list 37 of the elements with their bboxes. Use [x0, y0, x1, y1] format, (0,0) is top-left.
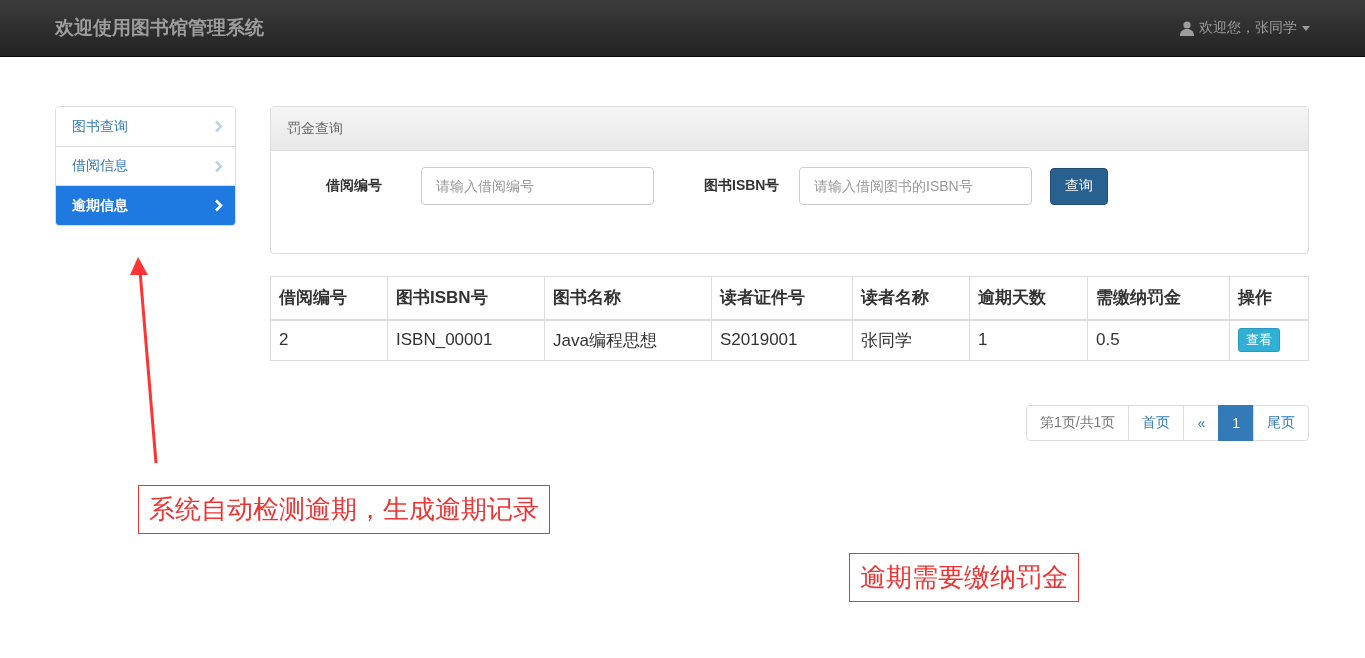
column-header: 借阅编号: [270, 276, 388, 320]
table-cell: 1: [969, 319, 1088, 361]
column-header: 图书名称: [544, 276, 712, 320]
table-cell: Java编程思想: [544, 319, 712, 361]
chevron-right-icon: [214, 159, 223, 173]
table-cell: 2: [270, 319, 388, 361]
user-menu[interactable]: 欢迎您，张同学: [1180, 19, 1310, 37]
column-header: 读者证件号: [711, 276, 853, 320]
annotation-text: 逾期需要缴纳罚金: [849, 553, 1079, 602]
chevron-right-icon: [214, 120, 223, 133]
table-cell: S2019001: [711, 319, 853, 361]
sidebar-item[interactable]: 逾期信息: [56, 185, 235, 225]
search-button[interactable]: 查询: [1050, 167, 1108, 205]
column-header: 读者名称: [852, 276, 970, 320]
app-title: 欢迎使用图书馆管理系统: [55, 16, 264, 40]
page-info: 第1页/共1页: [1025, 405, 1130, 441]
user-icon: [1180, 20, 1194, 36]
table-cell: 0.5: [1087, 319, 1230, 361]
column-header: 逾期天数: [969, 276, 1088, 320]
previous-page-link[interactable]: «: [1183, 405, 1220, 441]
chevron-right-icon: [214, 199, 223, 212]
column-header: 需缴纳罚金: [1087, 276, 1230, 320]
view-button[interactable]: 查看: [1238, 328, 1280, 353]
caret-icon: [1302, 25, 1310, 31]
column-header: 操作: [1229, 276, 1309, 320]
table-cell: ISBN_00001: [387, 319, 545, 361]
panel-title: 罚金查询: [271, 107, 1308, 151]
field-label: 图书ISBN号: [704, 177, 781, 195]
page-link[interactable]: 1: [1218, 405, 1254, 441]
field-label: 借阅编号: [326, 177, 383, 195]
input-field[interactable]: 请输入借阅图书的ISBN号: [799, 167, 1032, 205]
column-header: 图书ISBN号: [387, 276, 545, 320]
table-cell: 张同学: [852, 319, 970, 361]
annotation-text: 系统自动检测逾期，生成逾期记录: [138, 485, 550, 534]
last-page-link[interactable]: 尾页: [1253, 405, 1309, 441]
input-field[interactable]: 请输入借阅编号: [421, 167, 654, 205]
first-page-link[interactable]: 首页: [1128, 405, 1185, 441]
